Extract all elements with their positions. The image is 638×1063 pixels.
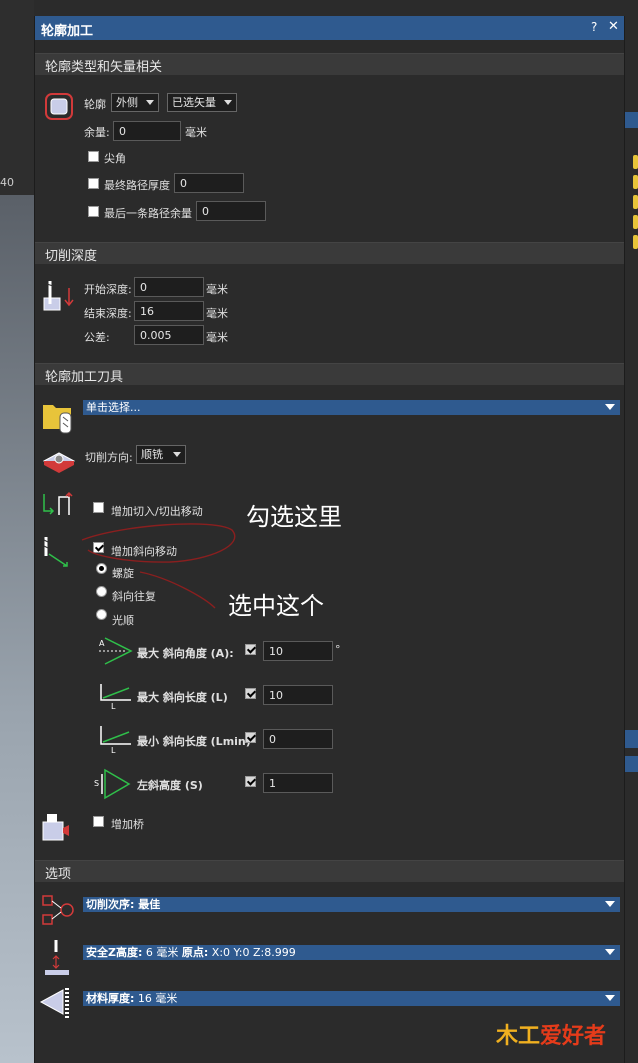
watermark-logo: 木工爱好者 [496,1023,607,1049]
annotation-check-here: 勾选这里 [246,503,342,531]
annotation-select-this: 选中这个 [228,592,324,620]
